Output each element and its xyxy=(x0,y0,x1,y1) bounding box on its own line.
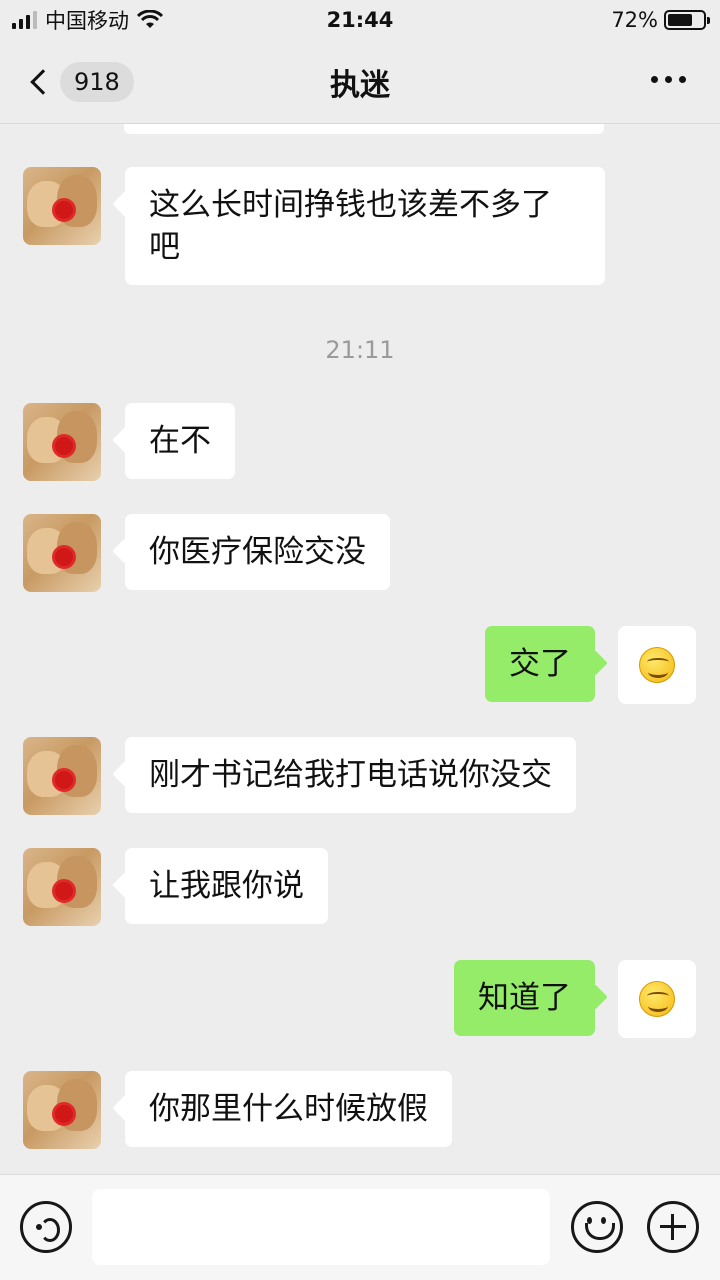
self-avatar[interactable] xyxy=(618,960,696,1038)
status-left: 中国移动 xyxy=(12,5,163,35)
self-avatar[interactable] xyxy=(618,626,696,704)
emoji-icon xyxy=(583,1213,615,1241)
status-bar: 中国移动 21:44 72% xyxy=(0,0,720,40)
contact-avatar[interactable] xyxy=(23,167,101,245)
unread-count-badge: 918 xyxy=(60,62,134,102)
carrier-label: 中国移动 xyxy=(45,9,129,33)
more-dots-icon xyxy=(651,76,658,83)
contact-avatar[interactable] xyxy=(23,1071,101,1149)
message-bubble[interactable]: 在不 xyxy=(125,403,235,479)
plus-button[interactable] xyxy=(647,1201,699,1253)
input-bar xyxy=(0,1174,720,1280)
more-button[interactable] xyxy=(651,76,686,83)
chevron-left-icon xyxy=(30,69,56,95)
message-bubble[interactable]: 让我跟你说 xyxy=(125,848,328,924)
voice-icon xyxy=(36,1217,60,1242)
message-bubble[interactable]: 刚才书记给我打电话说你没交 xyxy=(125,737,576,813)
message-bubble[interactable]: 这么长时间挣钱也该差不多了吧 xyxy=(125,167,605,285)
contact-avatar[interactable] xyxy=(23,848,101,926)
message-bubble[interactable]: 知道了 xyxy=(454,960,595,1036)
plus-icon xyxy=(660,1214,686,1240)
battery-icon xyxy=(664,10,710,30)
message-input[interactable] xyxy=(92,1189,550,1265)
chat-area[interactable]: 这么长时间挣钱也该差不多了吧 21:11 在不 你医疗保险交没 交了 刚才书记给… xyxy=(0,124,720,1174)
signal-icon xyxy=(12,11,37,29)
contact-avatar[interactable] xyxy=(23,403,101,481)
emoji-button[interactable] xyxy=(571,1201,623,1253)
smiley-avatar-icon xyxy=(639,647,675,683)
nav-bar: 918 执迷 xyxy=(0,40,720,124)
back-button[interactable]: 918 xyxy=(28,62,134,102)
status-right: 72% xyxy=(611,8,710,32)
message-bubble[interactable]: 你那里什么时候放假 xyxy=(125,1071,452,1147)
wifi-icon xyxy=(137,10,163,28)
battery-percent: 72% xyxy=(611,8,658,32)
voice-button[interactable] xyxy=(20,1201,72,1253)
partial-message-bubble xyxy=(124,124,604,134)
smiley-avatar-icon xyxy=(639,981,675,1017)
battery-fill xyxy=(668,14,693,26)
chat-title: 执迷 xyxy=(330,67,390,103)
contact-avatar[interactable] xyxy=(23,737,101,815)
message-bubble[interactable]: 你医疗保险交没 xyxy=(125,514,390,590)
message-bubble[interactable]: 交了 xyxy=(485,626,595,702)
timestamp: 21:11 xyxy=(325,336,395,364)
contact-avatar[interactable] xyxy=(23,514,101,592)
